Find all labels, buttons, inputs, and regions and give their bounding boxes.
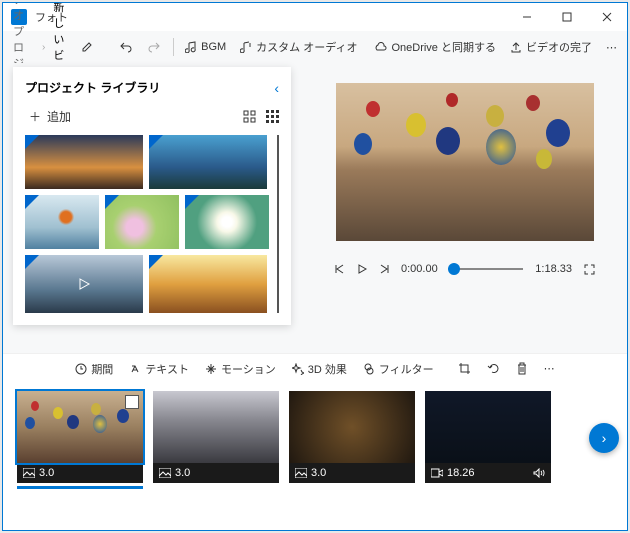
- seek-knob[interactable]: [448, 263, 460, 275]
- motion-icon: [205, 363, 217, 375]
- library-item[interactable]: [105, 195, 179, 249]
- library-item[interactable]: [25, 195, 99, 249]
- content-area: プロジェクト ライブラリ ‹ ＋ 追加: [3, 63, 627, 353]
- clip-thumbnail: [425, 391, 551, 463]
- clock-icon: [75, 363, 87, 375]
- prev-frame-button[interactable]: [335, 264, 345, 274]
- library-item[interactable]: [25, 135, 143, 189]
- onedrive-sync-button[interactable]: OneDrive と同期する: [367, 37, 502, 57]
- chevron-right-icon: ›: [42, 42, 45, 53]
- seek-bar[interactable]: [450, 268, 524, 270]
- toolbar: ビデオ プロジェクト › 新しいビデオ BGM カスタム オーディオ OneDr…: [3, 31, 627, 63]
- storyboard-clip[interactable]: 3.0: [153, 391, 279, 483]
- crop-button[interactable]: [454, 360, 475, 377]
- project-library-panel: プロジェクト ライブラリ ‹ ＋ 追加: [13, 67, 291, 325]
- delete-button[interactable]: [512, 360, 532, 377]
- video-icon: [431, 468, 443, 478]
- library-item[interactable]: [149, 135, 267, 189]
- add-media-button[interactable]: ＋ 追加: [25, 106, 75, 127]
- undo-button[interactable]: [113, 39, 139, 55]
- export-icon: [510, 41, 522, 53]
- clip-thumbnail: [17, 391, 143, 463]
- cloud-icon: [373, 41, 387, 53]
- library-grid: [25, 135, 279, 313]
- library-item[interactable]: [25, 255, 143, 313]
- audio-icon: [240, 41, 252, 53]
- filter-button[interactable]: フィルター: [359, 359, 438, 379]
- motion-button[interactable]: モーション: [201, 359, 280, 379]
- library-item[interactable]: [149, 255, 267, 313]
- play-button[interactable]: [357, 264, 367, 274]
- custom-audio-button[interactable]: カスタム オーディオ: [234, 37, 363, 57]
- 3d-effects-button[interactable]: 3D 効果: [288, 359, 351, 379]
- volume-icon: [533, 468, 545, 478]
- bgm-button[interactable]: BGM: [179, 39, 232, 55]
- storyboard-clip[interactable]: 18.26: [425, 391, 551, 483]
- music-icon: [185, 41, 197, 53]
- clip-thumbnail: [153, 391, 279, 463]
- clip-duration: 18.26: [447, 467, 475, 479]
- scroll-right-button[interactable]: ›: [589, 423, 619, 453]
- filter-icon: [363, 363, 375, 375]
- title-bar: フォト: [3, 3, 627, 31]
- text-button[interactable]: テキスト: [125, 359, 193, 379]
- rotate-button[interactable]: [483, 360, 504, 377]
- collapse-library-button[interactable]: ‹: [274, 80, 279, 96]
- text-icon: [129, 363, 141, 375]
- view-grid-small-button[interactable]: [266, 110, 279, 123]
- clip-checkbox[interactable]: [125, 395, 139, 409]
- sparkle-icon: [292, 363, 304, 375]
- playback-controls: 0:00.00 1:18.33: [335, 263, 595, 275]
- next-frame-button[interactable]: [379, 264, 389, 274]
- play-icon: [77, 277, 91, 291]
- image-icon: [295, 468, 307, 478]
- time-current: 0:00.00: [401, 263, 438, 275]
- more-edit-button[interactable]: ⋯: [540, 360, 559, 377]
- app-window: フォト ビデオ プロジェクト › 新しいビデオ BGM カスタム オーディオ O…: [2, 2, 628, 531]
- clip-duration: 3.0: [311, 467, 326, 479]
- redo-button[interactable]: [141, 39, 167, 55]
- clip-duration: 3.0: [39, 467, 54, 479]
- image-icon: [159, 468, 171, 478]
- library-item[interactable]: [185, 195, 269, 249]
- duration-button[interactable]: 期間: [71, 359, 117, 379]
- time-total: 1:18.33: [535, 263, 572, 275]
- image-icon: [23, 468, 35, 478]
- finish-video-button[interactable]: ビデオの完了: [504, 37, 598, 57]
- clip-duration: 3.0: [175, 467, 190, 479]
- plus-icon: ＋: [29, 108, 41, 125]
- storyboard-clip[interactable]: 3.0: [17, 391, 143, 483]
- fullscreen-button[interactable]: [584, 264, 595, 275]
- video-preview[interactable]: [336, 83, 594, 241]
- preview-image: [336, 83, 594, 241]
- edit-title-button[interactable]: [75, 39, 99, 55]
- clip-edit-toolbar: 期間 テキスト モーション 3D 効果 フィルター ⋯: [3, 353, 627, 383]
- more-button[interactable]: ⋯: [600, 39, 623, 56]
- app-title: フォト: [35, 9, 507, 25]
- storyboard: 3.0 3.0 3.0 18.26 ›: [3, 383, 627, 501]
- library-title: プロジェクト ライブラリ: [25, 79, 160, 96]
- clip-thumbnail: [289, 391, 415, 463]
- storyboard-clip[interactable]: 3.0: [289, 391, 415, 483]
- close-button[interactable]: [587, 3, 627, 31]
- minimize-button[interactable]: [507, 3, 547, 31]
- view-grid-large-button[interactable]: [243, 110, 256, 123]
- maximize-button[interactable]: [547, 3, 587, 31]
